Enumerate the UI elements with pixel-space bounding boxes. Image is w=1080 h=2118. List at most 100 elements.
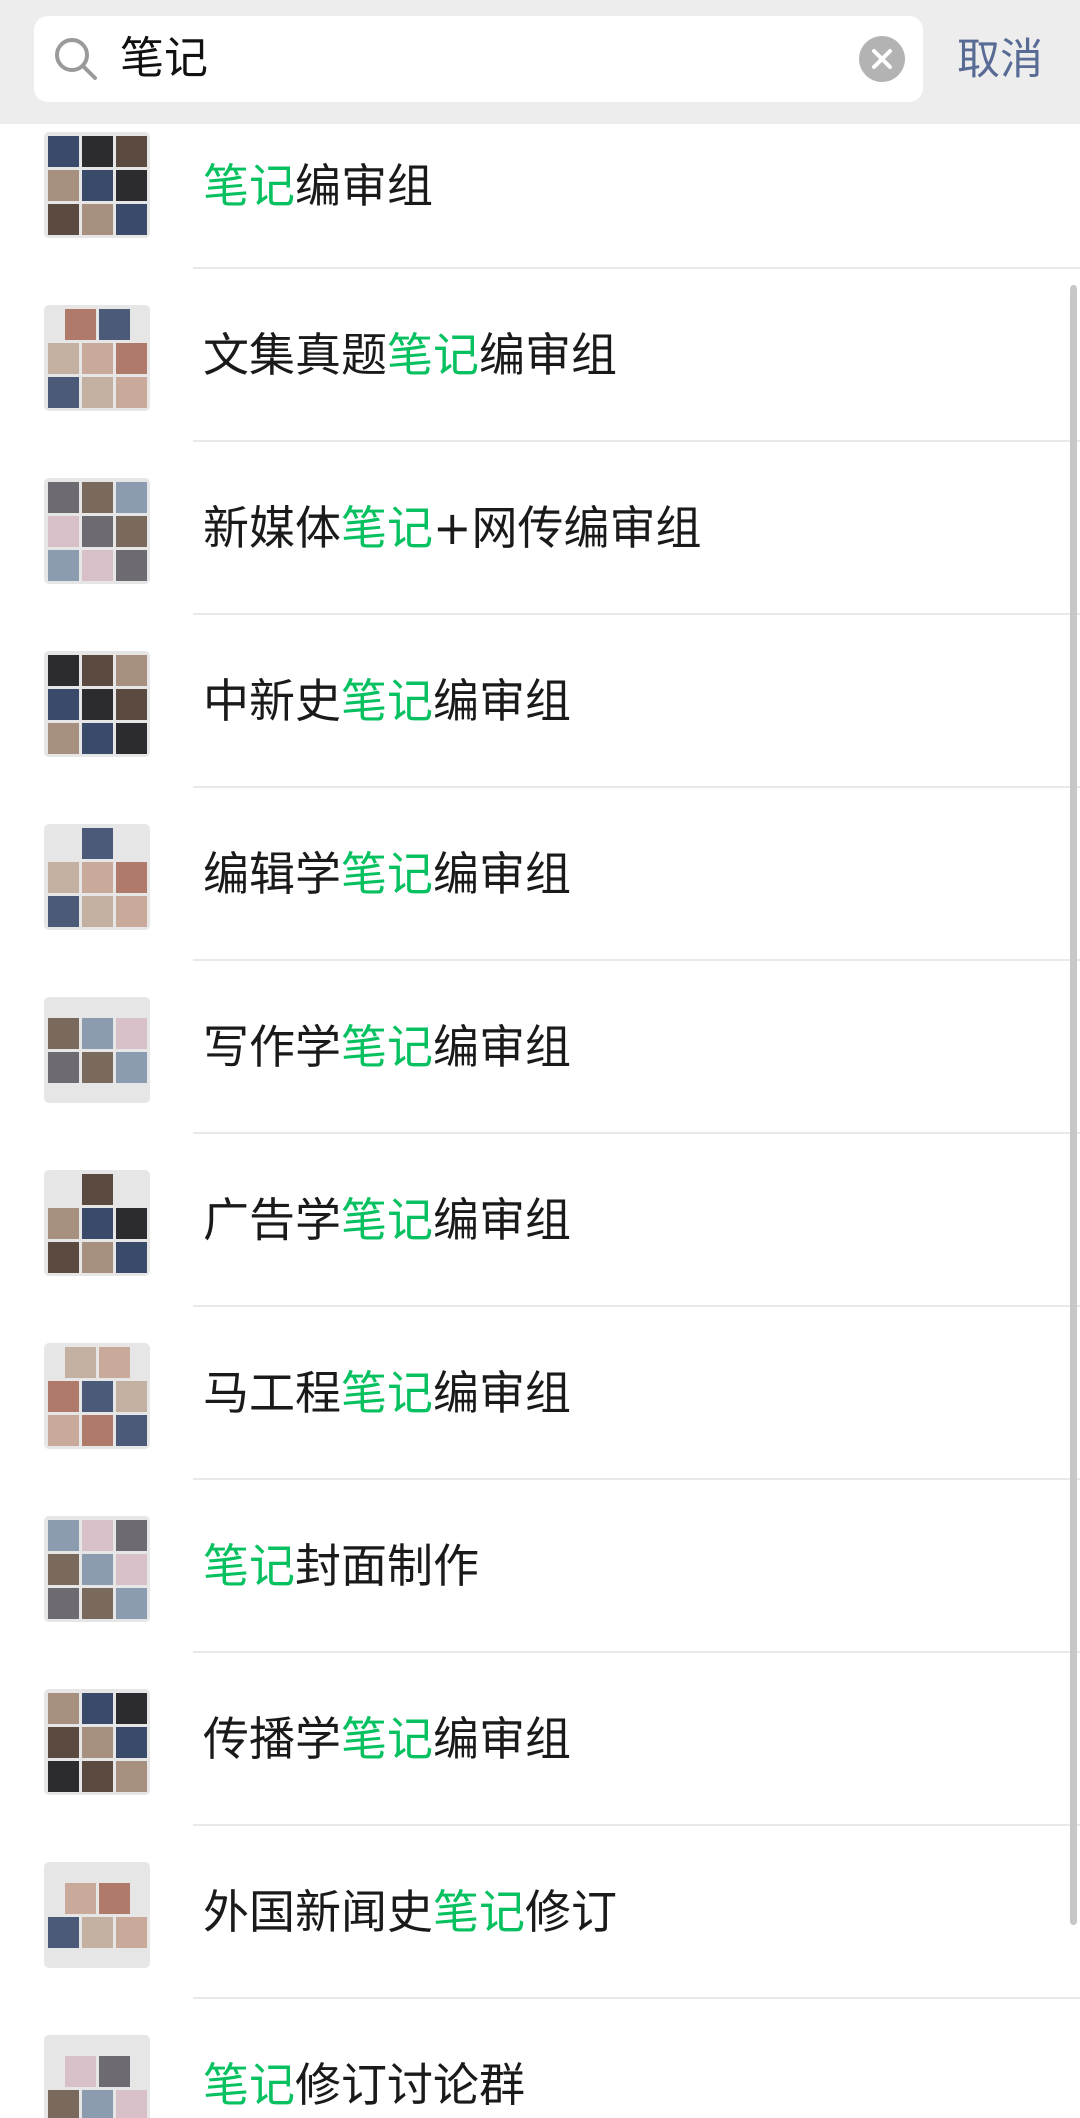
search-box[interactable]: 笔记 <box>34 16 923 102</box>
member-avatar <box>115 722 147 754</box>
member-avatar <box>115 895 147 927</box>
member-avatar <box>47 1692 79 1724</box>
keyword-highlight: 笔记 <box>341 674 433 728</box>
group-result-item[interactable]: 传播学笔记编审组 <box>0 1653 1080 1826</box>
group-name: 写作学笔记编审组 <box>203 961 571 1134</box>
group-avatar <box>44 1689 150 1795</box>
member-avatar <box>81 135 113 167</box>
member-avatar <box>47 203 79 235</box>
member-avatar <box>115 1587 147 1619</box>
group-result-item[interactable]: 广告学笔记编审组 <box>0 1134 1080 1307</box>
member-avatar <box>98 1346 130 1378</box>
group-name: 文集真题笔记编审组 <box>203 269 617 442</box>
member-avatar <box>115 2089 147 2118</box>
group-result-item[interactable]: 文集真题笔记编审组 <box>0 269 1080 442</box>
member-avatar <box>115 1519 147 1551</box>
search-input[interactable]: 笔记 <box>120 16 208 102</box>
group-avatar <box>44 305 150 411</box>
member-avatar <box>81 1414 113 1446</box>
clear-search-button[interactable] <box>859 36 905 82</box>
member-avatar <box>115 1726 147 1758</box>
member-avatar <box>47 2089 79 2118</box>
group-name: 新媒体笔记+网传编审组 <box>203 442 702 615</box>
group-name-text: 文集真题 <box>203 328 387 382</box>
member-avatar <box>47 515 79 547</box>
keyword-highlight: 笔记 <box>341 847 433 901</box>
member-avatar <box>47 376 79 408</box>
keyword-highlight: 笔记 <box>203 2058 295 2112</box>
member-avatar <box>81 1587 113 1619</box>
keyword-highlight: 笔记 <box>203 159 295 213</box>
member-avatar <box>47 1051 79 1083</box>
member-avatar <box>81 481 113 513</box>
member-avatar <box>115 1380 147 1412</box>
member-avatar <box>115 861 147 893</box>
group-name: 笔记编审组 <box>203 124 433 249</box>
member-avatar <box>81 1051 113 1083</box>
member-avatar <box>47 1380 79 1412</box>
member-avatar <box>47 1587 79 1619</box>
member-avatar <box>115 1692 147 1724</box>
member-avatar <box>81 1380 113 1412</box>
member-avatar <box>115 1553 147 1585</box>
member-avatar <box>115 1017 147 1049</box>
member-avatar <box>47 1760 79 1792</box>
group-result-item[interactable]: 写作学笔记编审组 <box>0 961 1080 1134</box>
member-avatar <box>115 376 147 408</box>
group-name-text: 广告学 <box>203 1193 341 1247</box>
member-avatar <box>47 1553 79 1585</box>
member-avatar <box>47 1726 79 1758</box>
member-avatar <box>115 1916 147 1948</box>
group-result-item[interactable]: 笔记编审组 <box>0 124 1080 269</box>
member-avatar <box>47 1916 79 1948</box>
member-avatar <box>115 654 147 686</box>
member-avatar <box>81 861 113 893</box>
group-name: 中新史笔记编审组 <box>203 615 571 788</box>
group-name-text: 编辑学 <box>203 847 341 901</box>
group-name-text: 编审组 <box>433 847 571 901</box>
member-avatar <box>81 1017 113 1049</box>
group-result-item[interactable]: 中新史笔记编审组 <box>0 615 1080 788</box>
scrollbar[interactable] <box>1070 285 1077 1925</box>
group-name-text: 编审组 <box>433 674 571 728</box>
group-name-text: 修订讨论群 <box>295 2058 525 2112</box>
member-avatar <box>47 342 79 374</box>
member-avatar <box>47 1414 79 1446</box>
cancel-button[interactable]: 取消 <box>957 18 1043 102</box>
group-avatar <box>44 1516 150 1622</box>
member-avatar <box>47 1519 79 1551</box>
group-name-text: 外国新闻史 <box>203 1885 433 1939</box>
group-result-item[interactable]: 笔记封面制作 <box>0 1480 1080 1653</box>
group-result-item[interactable]: 马工程笔记编审组 <box>0 1307 1080 1480</box>
group-result-item[interactable]: 笔记修订讨论群 <box>0 1999 1080 2118</box>
member-avatar <box>47 1241 79 1273</box>
member-avatar <box>81 1760 113 1792</box>
group-name-text: 修订 <box>525 1885 617 1939</box>
member-avatar <box>47 688 79 720</box>
group-result-item[interactable]: 编辑学笔记编审组 <box>0 788 1080 961</box>
group-name-text: 编审组 <box>479 328 617 382</box>
search-results-screen: 笔记 取消 笔记编审组 文集真题笔记编审组 新媒体笔记+网传编审组 中新史笔记编审组编… <box>0 0 1080 2118</box>
group-name-text: 编审组 <box>433 1193 571 1247</box>
search-result-list: 笔记编审组 文集真题笔记编审组 新媒体笔记+网传编审组 中新史笔记编审组 编辑学笔记编审… <box>0 124 1080 2118</box>
group-result-item[interactable]: 新媒体笔记+网传编审组 <box>0 442 1080 615</box>
group-name-text: 编审组 <box>433 1020 571 1074</box>
member-avatar <box>81 2089 113 2118</box>
group-name-text: 传播学 <box>203 1712 341 1766</box>
member-avatar <box>115 169 147 201</box>
group-name-text: 写作学 <box>203 1020 341 1074</box>
member-avatar <box>47 895 79 927</box>
group-avatar <box>44 2035 150 2118</box>
member-avatar <box>98 1882 130 1914</box>
member-avatar <box>81 376 113 408</box>
member-avatar <box>81 688 113 720</box>
group-result-item[interactable]: 外国新闻史笔记修订 <box>0 1826 1080 1999</box>
group-name-text: 新媒体 <box>203 501 341 555</box>
member-avatar <box>81 203 113 235</box>
member-avatar <box>47 169 79 201</box>
member-avatar <box>81 549 113 581</box>
member-avatar <box>47 1017 79 1049</box>
group-name-text: 编审组 <box>433 1712 571 1766</box>
member-avatar <box>64 1882 96 1914</box>
group-name-text: 马工程 <box>203 1366 341 1420</box>
